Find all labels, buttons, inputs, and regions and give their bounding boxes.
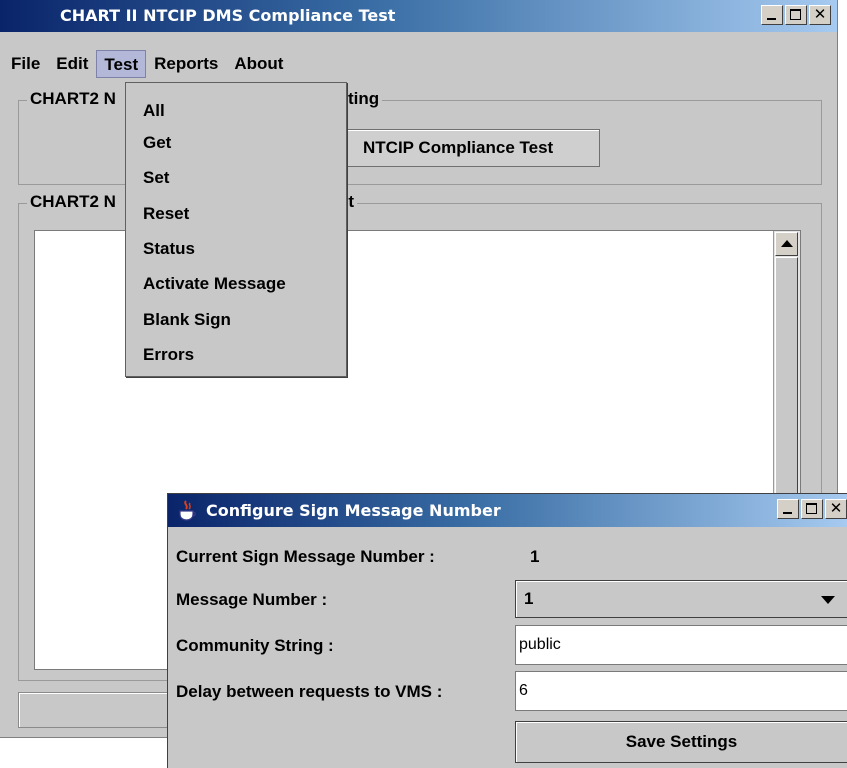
minimize-icon [778, 500, 798, 518]
message-number-value: 1 [524, 589, 534, 608]
menu-item-status[interactable]: Status [143, 233, 195, 265]
delay-field[interactable]: 6 [515, 671, 847, 711]
menu-item-get[interactable]: Get [143, 127, 171, 159]
run-compliance-test-button[interactable]: NTCIP Compliance Test [346, 129, 600, 167]
message-number-select[interactable]: 1 [515, 580, 847, 618]
save-settings-button[interactable]: Save Settings [515, 721, 847, 763]
dialog-maximize-button[interactable] [801, 499, 823, 519]
dialog-minimize-button[interactable] [777, 499, 799, 519]
test-dropdown-menu: All Get Set Reset Status Activate Messag… [125, 82, 347, 377]
minimize-button[interactable] [761, 5, 783, 25]
menu-file[interactable]: File [3, 50, 48, 78]
scroll-up-arrow-icon[interactable] [775, 232, 798, 256]
configure-dialog: Configure Sign Message Number ✕ Current … [167, 493, 847, 768]
community-string-label: Community String : [176, 636, 334, 655]
current-sign-message-label: Current Sign Message Number : [176, 547, 435, 566]
close-icon: ✕ [829, 499, 843, 517]
close-icon: ✕ [813, 5, 827, 23]
close-button[interactable]: ✕ [809, 5, 831, 25]
menu-item-activate-message[interactable]: Activate Message [143, 268, 286, 300]
maximize-button[interactable] [785, 5, 807, 25]
menu-item-errors[interactable]: Errors [143, 339, 194, 371]
main-titlebar[interactable]: CHART II NTCIP DMS Compliance Test ✕ [0, 0, 837, 32]
window-title: CHART II NTCIP DMS Compliance Test [60, 6, 396, 25]
minimize-icon [762, 6, 782, 24]
menu-item-set[interactable]: Set [143, 162, 169, 194]
menu-item-reset[interactable]: Reset [143, 198, 189, 230]
menu-item-all[interactable]: All [143, 95, 165, 127]
maximize-icon [786, 6, 806, 24]
message-number-label: Message Number : [176, 590, 328, 609]
menu-edit[interactable]: Edit [48, 50, 96, 78]
menu-reports[interactable]: Reports [146, 50, 226, 78]
menubar: File Edit Test Reports About [0, 50, 837, 80]
delay-label: Delay between requests to VMS : [176, 682, 443, 701]
java-cup-icon [179, 500, 196, 521]
menu-item-blank-sign[interactable]: Blank Sign [143, 304, 231, 336]
menu-test[interactable]: Test [96, 50, 147, 78]
dialog-titlebar[interactable]: Configure Sign Message Number ✕ [168, 494, 847, 527]
dialog-close-button[interactable]: ✕ [825, 499, 847, 519]
dialog-title: Configure Sign Message Number [206, 501, 501, 520]
community-string-field[interactable]: public [515, 625, 847, 665]
menu-about[interactable]: About [226, 50, 291, 78]
chevron-down-icon[interactable] [821, 596, 835, 604]
maximize-icon [802, 500, 822, 518]
current-sign-message-value: 1 [530, 547, 540, 566]
